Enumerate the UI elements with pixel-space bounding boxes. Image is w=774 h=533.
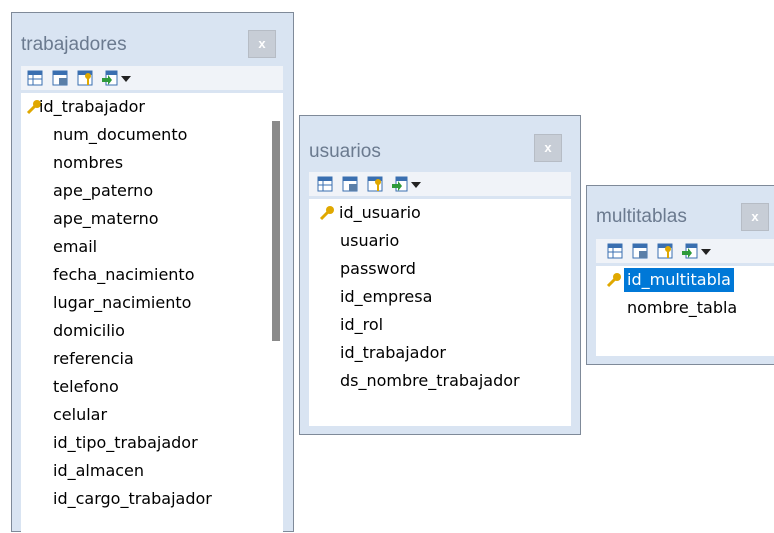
field-label: lugar_nacimiento	[53, 293, 192, 312]
table-window-multitablas[interactable]: multitablas x id_multitabla nombre_tabla	[586, 185, 774, 365]
table-grid-icon[interactable]	[27, 70, 43, 86]
key-icon	[606, 273, 621, 288]
field-list: id_trabajador num_documento nombres ape_…	[21, 93, 283, 533]
table-key-icon[interactable]	[367, 176, 383, 192]
table-save-icon[interactable]	[632, 243, 648, 259]
table-grid-icon[interactable]	[317, 176, 333, 192]
chevron-down-icon[interactable]	[121, 76, 131, 82]
field-label: nombres	[53, 153, 124, 172]
field-label: fecha_nacimiento	[53, 265, 195, 284]
table-window-usuarios[interactable]: usuarios x id_usuario usuario password i…	[299, 115, 581, 435]
field-label: domicilio	[53, 321, 125, 340]
table-toolbar	[21, 66, 283, 90]
field-label: id_usuario	[339, 203, 421, 222]
field-list: id_usuario usuario password id_empresa i…	[309, 199, 571, 426]
field-list: id_multitabla nombre_tabla	[596, 266, 774, 356]
field-label: ape_paterno	[53, 181, 154, 200]
key-icon	[319, 206, 334, 221]
field-label: id_multitabla	[624, 268, 734, 292]
window-title: usuarios	[309, 141, 381, 162]
field-label: id_almacen	[53, 461, 145, 480]
close-button[interactable]: x	[248, 30, 276, 58]
field-label: ds_nombre_trabajador	[340, 371, 520, 390]
table-export-icon[interactable]	[392, 176, 408, 192]
table-export-icon[interactable]	[682, 243, 698, 259]
field-label: num_documento	[53, 125, 188, 144]
table-save-icon[interactable]	[342, 176, 358, 192]
field-label: id_trabajador	[39, 97, 145, 116]
field-label: id_tipo_trabajador	[53, 433, 198, 452]
chevron-down-icon[interactable]	[701, 249, 711, 255]
field-label: password	[340, 259, 416, 278]
table-toolbar	[309, 172, 571, 196]
table-grid-icon[interactable]	[607, 243, 623, 259]
field-label: id_trabajador	[340, 343, 446, 362]
vertical-scrollbar[interactable]	[271, 93, 281, 533]
table-key-icon[interactable]	[77, 70, 93, 86]
table-key-icon[interactable]	[657, 243, 673, 259]
table-toolbar	[596, 239, 774, 263]
field-label: telefono	[53, 377, 119, 396]
field-label: celular	[53, 405, 108, 424]
field-label: id_empresa	[340, 287, 433, 306]
field-label: email	[53, 237, 98, 256]
field-label: nombre_tabla	[627, 298, 738, 317]
close-button[interactable]: x	[534, 134, 562, 162]
window-title: trabajadores	[21, 34, 127, 55]
field-label: usuario	[340, 231, 400, 250]
table-window-trabajadores[interactable]: trabajadores x id_trabajador num_documen…	[11, 12, 294, 533]
field-label: ape_materno	[53, 209, 159, 228]
field-label: id_cargo_trabajador	[53, 489, 212, 508]
field-label: id_rol	[340, 315, 384, 334]
window-title: multitablas	[596, 206, 687, 227]
field-label: referencia	[53, 349, 134, 368]
close-button[interactable]: x	[741, 203, 769, 231]
table-save-icon[interactable]	[52, 70, 68, 86]
scrollbar-thumb[interactable]	[272, 121, 280, 341]
chevron-down-icon[interactable]	[411, 182, 421, 188]
table-export-icon[interactable]	[102, 70, 118, 86]
